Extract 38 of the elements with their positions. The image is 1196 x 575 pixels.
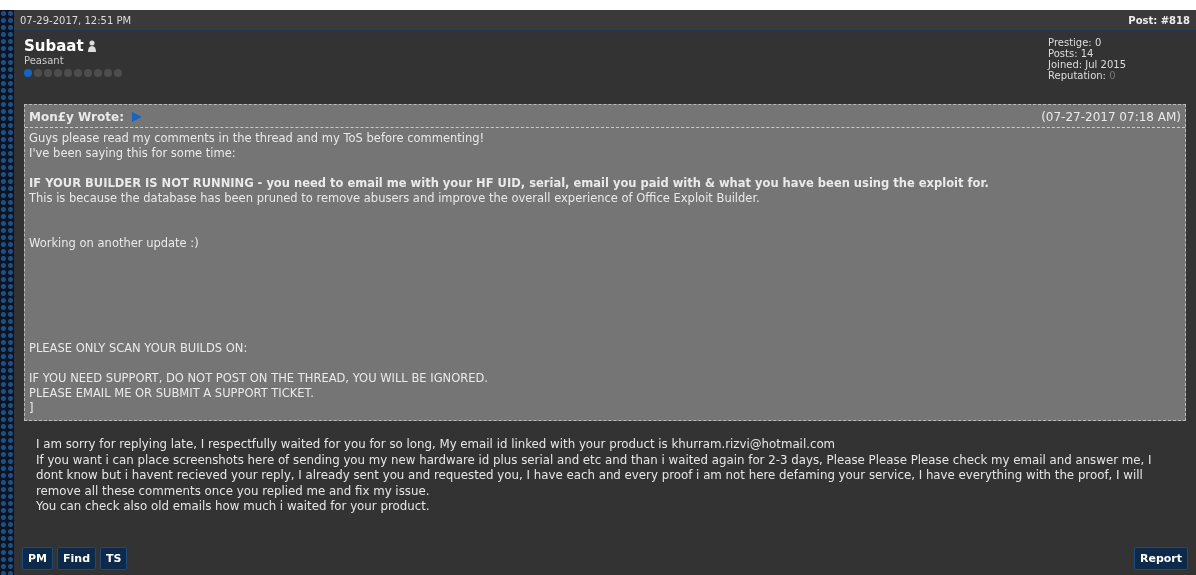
report-button[interactable]: Report <box>1133 547 1188 570</box>
rank-dot <box>94 69 102 77</box>
message-text: I am sorry for replying late, I respectfully waited for you for so long, My email id linked with your product is khurram.rizvi@hotmail.com <box>36 437 837 453</box>
user-stat: Prestige: 0 <box>1048 37 1103 48</box>
user-stat: Reputation: 0 <box>1048 70 1117 81</box>
message-text: You can check also old emails how much i waited for your product. <box>36 499 431 515</box>
quote-text: I've been saying this for some time: <box>29 146 237 161</box>
user-icon <box>87 40 96 52</box>
rank-dot <box>84 69 92 77</box>
user-rank: Peasant <box>24 55 65 66</box>
quote-text: IF YOU NEED SUPPORT, DO NOT POST ON THE THREAD, YOU WILL BE IGNORED. <box>29 371 489 386</box>
rank-dot <box>114 69 122 77</box>
quote-author: Mon£y Wrote: <box>29 110 124 124</box>
post-action-button[interactable]: PM <box>22 547 53 570</box>
play-icon[interactable] <box>131 112 142 122</box>
post-action-button[interactable]: Find <box>57 547 96 570</box>
quote-date: (07-27-2017 07:18 AM) <box>1041 110 1181 124</box>
rank-dot <box>54 69 62 77</box>
rank-dot <box>24 69 32 77</box>
user-stat: Posts: 14 <box>1048 48 1095 59</box>
post-action-button[interactable]: TS <box>100 547 128 570</box>
username[interactable]: Subaat <box>24 37 84 55</box>
rank-dot <box>64 69 72 77</box>
rank-dot <box>44 69 52 77</box>
quote-text: Guys please read my comments in the thread and my ToS before commenting! <box>29 131 486 146</box>
post-date: 07-29-2017, 12:51 PM <box>20 14 132 26</box>
quote-text: IF YOUR BUILDER IS NOT RUNNING - you need to email me with your HF UID, serial, email you paid with & what you have been using the exploit for. <box>29 176 990 191</box>
quote-text: ] <box>29 401 35 416</box>
post-number[interactable]: Post: #818 <box>1128 14 1190 26</box>
quote-text: Working on another update :) <box>29 236 200 251</box>
user-stat: Joined: Jul 2015 <box>1048 59 1126 70</box>
message-text: If you want i can place screenshots here of sending you my new hardware id plus serial and etc and than i waited again for 2-3 days, Please Please Please check my email and answer me, I dont know but i havent recieved your reply, I already sent you and requested you, I have each and every proof i am not here defaming your service, I have everything with the proof, I will remove all these comments once you replied me and fix my issue. <box>36 452 1153 499</box>
rank-dot <box>74 69 82 77</box>
rank-dot <box>104 69 112 77</box>
quote-text: PLEASE EMAIL ME OR SUBMIT A SUPPORT TICKET. <box>29 386 315 401</box>
quote-text: PLEASE ONLY SCAN YOUR BUILDS ON: <box>29 341 249 356</box>
rank-dot <box>34 69 42 77</box>
quote-text: This is because the database has been pruned to remove abusers and improve the overall experience of Office Exploit Builder. <box>29 191 761 206</box>
